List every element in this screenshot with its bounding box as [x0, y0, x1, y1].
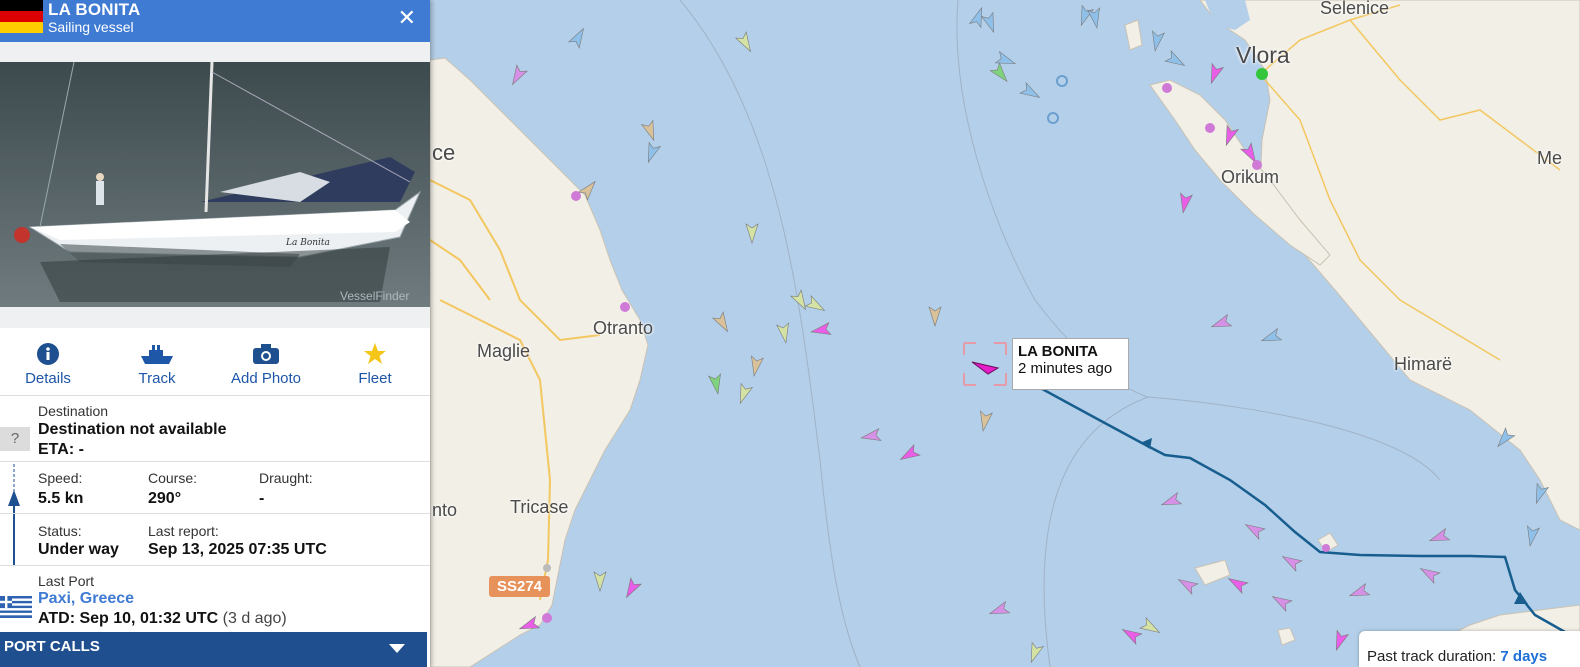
place-label-maglie: Maglie — [477, 341, 531, 361]
unknown-destination-icon: ? — [0, 427, 30, 451]
place-label-selenice: Selenice — [1320, 0, 1390, 18]
place-label-orikum: Orikum — [1221, 167, 1279, 187]
status-value: Under way — [38, 541, 119, 558]
camera-icon — [253, 344, 279, 364]
atd-row: ATD: Sep 10, 01:32 UTC (3 d ago) — [38, 610, 287, 628]
atd-ago: (3 d ago) — [222, 610, 287, 627]
flag-greece-icon — [0, 596, 32, 618]
panel-header: LA BONITA Sailing vessel ✕ — [0, 0, 430, 42]
ship-icon — [141, 345, 173, 364]
atd-value: ATD: Sep 10, 01:32 UTC — [38, 610, 219, 627]
vessel-label-time: 2 minutes ago — [1018, 360, 1113, 377]
destination-value: Destination not available — [38, 421, 227, 438]
course-label: Course: — [148, 470, 198, 486]
place-label-otranto: Otranto — [593, 318, 654, 338]
place-label-tricase: Tricase — [510, 497, 569, 517]
track-duration-box: Past track duration: 7 days — [1359, 631, 1580, 667]
last-port-label: Last Port — [38, 573, 95, 589]
star-icon — [364, 343, 386, 364]
course-value: 290° — [148, 490, 182, 507]
place-label-nto: nto — [432, 500, 458, 520]
speed-value: 5.5 kn — [38, 490, 84, 507]
vessel-photo-area: La Bonita VesselFinder — [0, 42, 430, 328]
track-button[interactable]: Track — [112, 342, 202, 387]
vessel-type: Sailing vessel — [48, 19, 134, 35]
info-icon — [37, 343, 59, 365]
hull-name: La Bonita — [285, 238, 330, 248]
photo-watermark: VesselFinder — [340, 289, 409, 303]
last-port-row: Last Port Paxi, Greece ATD: Sep 10, 01:3… — [0, 566, 430, 632]
road-badge-ss274: SS274 — [489, 576, 550, 597]
place-label-me: Me — [1537, 148, 1563, 168]
fleet-label: Fleet — [358, 370, 392, 387]
status-label: Status: — [38, 523, 82, 539]
flag-germany-icon — [0, 0, 43, 33]
place-label-vlora: Vlora — [1236, 42, 1290, 68]
draught-label: Draught: — [259, 470, 313, 486]
port-calls-label: PORT CALLS — [4, 638, 100, 655]
last-report-value: Sep 13, 2025 07:35 UTC — [148, 541, 327, 558]
flag-stripe — [0, 22, 43, 33]
vessel-label-name: LA BONITA — [1018, 343, 1098, 360]
vessel-name: LA BONITA — [48, 0, 141, 19]
vessel-info-panel: LA BONITA Sailing vessel ✕ La Bonita Ves… — [0, 0, 430, 667]
vessel-photo[interactable]: La Bonita VesselFinder — [0, 62, 430, 307]
track-duration-label: Past track duration: — [1367, 648, 1497, 665]
last-report-label: Last report: — [148, 523, 219, 539]
flag-stripe — [0, 11, 43, 22]
port-calls-bar[interactable]: PORT CALLS — [0, 632, 427, 667]
selected-vessel-label[interactable]: LA BONITA 2 minutes ago — [1012, 338, 1129, 390]
action-bar: Details Track Add Photo Fleet — [0, 336, 430, 396]
status-row: Status: Under way Last report: Sep 13, 2… — [0, 514, 430, 566]
flag-stripe — [0, 0, 43, 11]
add-photo-button[interactable]: Add Photo — [221, 342, 311, 387]
place-label-lecce: ce — [432, 140, 456, 165]
place-label-himare: Himarë — [1394, 354, 1453, 374]
destination-label: Destination — [38, 403, 109, 419]
eta-value: ETA: - — [38, 441, 84, 458]
last-port-link[interactable]: Paxi, Greece — [38, 590, 134, 608]
fleet-button[interactable]: Fleet — [330, 342, 420, 387]
speed-course-row: Speed: 5.5 kn Course: 290° Draught: - — [0, 462, 430, 514]
details-button[interactable]: Details — [3, 342, 93, 387]
destination-row: ? Destination Destination not available … — [0, 397, 430, 462]
speed-label: Speed: — [38, 470, 83, 486]
close-icon[interactable]: ✕ — [398, 5, 416, 31]
add-photo-label: Add Photo — [230, 370, 302, 387]
track-label: Track — [138, 370, 176, 387]
chevron-down-icon[interactable] — [389, 644, 405, 653]
draught-value: - — [259, 490, 265, 507]
details-label: Details — [25, 370, 71, 387]
track-duration-link[interactable]: 7 days — [1500, 648, 1547, 665]
